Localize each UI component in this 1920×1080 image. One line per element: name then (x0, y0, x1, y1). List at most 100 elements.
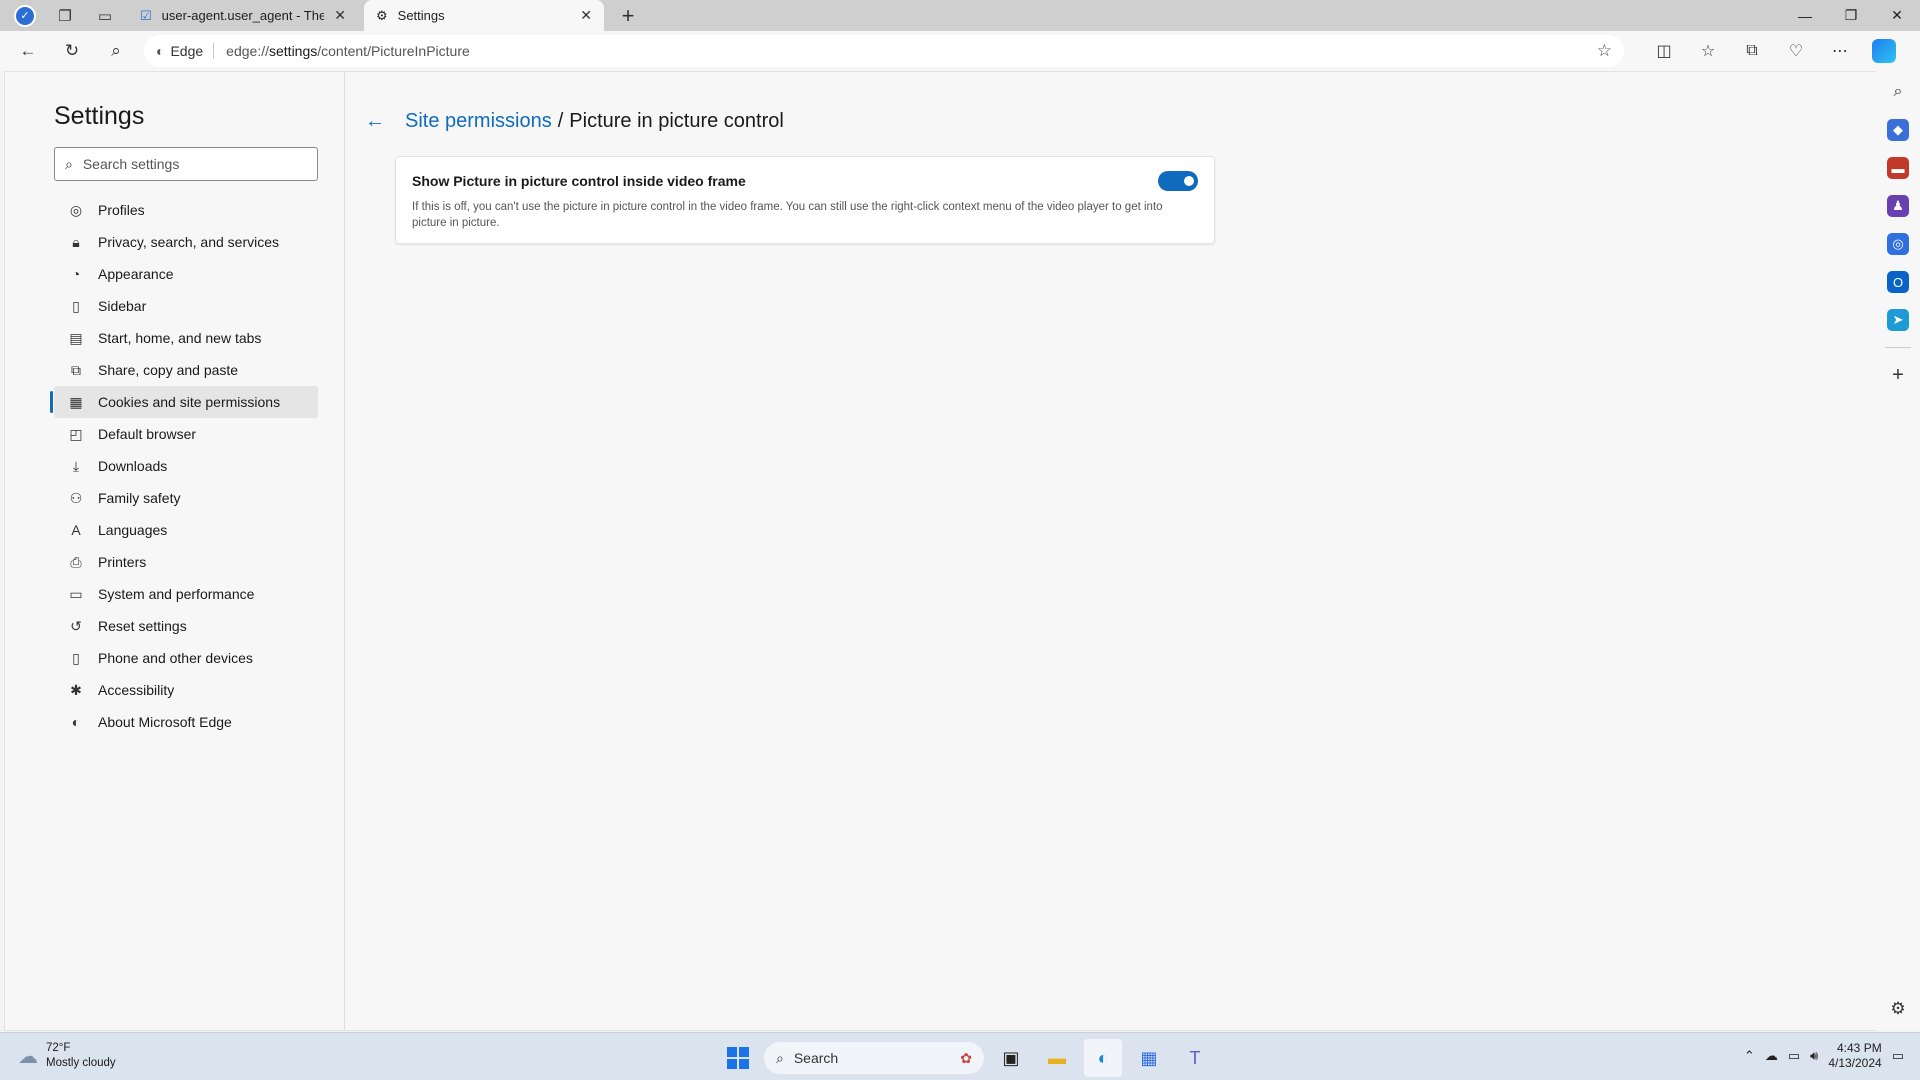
breadcrumb: ← Site permissions / Picture in picture … (365, 110, 784, 133)
pip-control-toggle[interactable] (1158, 171, 1198, 191)
back-arrow-icon[interactable]: ← (365, 110, 385, 133)
onedrive-icon[interactable]: ☁ (1765, 1048, 1778, 1064)
tab-title: Settings (397, 8, 445, 23)
nav-item-family-safety[interactable]: ⚇ Family safety (54, 482, 318, 514)
back-button[interactable]: ← (6, 31, 50, 71)
edge-identity: ◐ Edge (156, 43, 215, 59)
sidebar-icon: ▯ (72, 297, 80, 314)
nav-item-about[interactable]: ◐ About Microsoft Edge (54, 706, 318, 738)
copilot-button[interactable] (1862, 31, 1906, 71)
search-icon[interactable]: ⌕ (94, 31, 138, 71)
close-tab-icon[interactable]: ✕ (580, 7, 592, 24)
system-tray: ⌃ ☁ ▭ 🔊︎ 4:43 PM 4/13/2024 ▭ (1744, 1041, 1904, 1071)
settings-title: Settings (54, 102, 145, 130)
weather-widget[interactable]: ☁ 72°F Mostly cloudy (18, 1041, 116, 1071)
breadcrumb-site-permissions[interactable]: Site permissions (405, 110, 552, 133)
profile-icon: ◎ (69, 201, 83, 218)
clock[interactable]: 4:43 PM 4/13/2024 (1828, 1041, 1881, 1071)
nav-item-share-copy[interactable]: ⧉ Share, copy and paste (54, 354, 318, 386)
title-bar: ✓ ❐ ▭ ☑ user-agent.user_agent - The Coll… (0, 0, 1920, 31)
collections-icon[interactable]: ⧉ (1730, 31, 1774, 71)
nav-item-reset[interactable]: ↺ Reset settings (54, 610, 318, 642)
setting-card: Show Picture in picture control inside v… (395, 156, 1215, 244)
edge-taskbar-icon[interactable]: ◐ (1084, 1039, 1122, 1077)
chevron-up-icon[interactable]: ⌃ (1744, 1048, 1755, 1064)
nav-item-accessibility[interactable]: ✱ Accessibility (54, 674, 318, 706)
minimize-button[interactable]: — (1782, 0, 1828, 31)
games-icon[interactable]: ♟ (1887, 195, 1909, 217)
search-highlight-icon: ✿ (960, 1049, 972, 1066)
browser-icon: ◰ (69, 425, 83, 442)
taskbar-search[interactable]: ⌕ Search ✿ (764, 1042, 984, 1074)
settings-nav-list: ◎ Profiles 🔒︎ Privacy, search, and service… (50, 194, 318, 738)
sidebar-settings-icon[interactable]: ⚙ (1890, 999, 1905, 1019)
notification-icon[interactable]: ▭ (1892, 1048, 1904, 1064)
setting-title: Show Picture in picture control inside v… (412, 173, 746, 189)
network-icon[interactable]: ▭ (1788, 1048, 1800, 1064)
edge-icon: ◐ (156, 43, 165, 59)
profile-avatar-icon: ✓ (14, 4, 36, 27)
outlook-icon[interactable]: O (1887, 271, 1909, 293)
close-window-button[interactable]: ✕ (1874, 0, 1920, 31)
file-explorer-icon[interactable]: ▬ (1038, 1039, 1076, 1077)
add-app-icon[interactable]: + (1892, 364, 1904, 387)
store-icon[interactable]: ▦ (1130, 1039, 1168, 1077)
nav-item-sidebar[interactable]: ▯ Sidebar (54, 290, 318, 322)
nav-item-phone[interactable]: ▯ Phone and other devices (54, 642, 318, 674)
close-tab-icon[interactable]: ✕ (334, 7, 346, 24)
volume-icon[interactable]: 🔊︎ (1810, 1048, 1818, 1064)
taskbar: ☁ 72°F Mostly cloudy ⌕ Search ✿ ▣ ▬ ◐ ▦ … (0, 1032, 1920, 1080)
nav-item-downloads[interactable]: ⤓ Downloads (54, 450, 318, 482)
nav-item-system[interactable]: ▭ System and performance (54, 578, 318, 610)
system-icon: ▭ (69, 585, 83, 602)
nav-item-cookies[interactable]: ▦ Cookies and site permissions (50, 386, 318, 418)
drop-icon[interactable]: ➤ (1887, 309, 1909, 331)
start-button[interactable] (720, 1040, 756, 1076)
url-text[interactable]: edge://settings/content/PictureInPicture (222, 43, 1589, 59)
printer-icon: ⎙ (70, 553, 82, 570)
split-screen-icon[interactable]: ◫ (1642, 31, 1686, 71)
task-view-icon[interactable]: ▣ (992, 1039, 1030, 1077)
nav-item-default-browser[interactable]: ◰ Default browser (54, 418, 318, 450)
tab-settings[interactable]: ⚙ Settings ✕ (364, 0, 604, 31)
more-options-icon[interactable]: ⋯ (1818, 31, 1862, 71)
shopping-icon[interactable]: ◆ (1887, 119, 1909, 141)
tab-actions-icon[interactable]: ▭ (88, 0, 122, 31)
settings-page: Settings ⌕ ◎Profiles 🔒︎Privacy, search, … (4, 71, 1876, 1031)
favorite-star-icon[interactable]: ☆ (1597, 41, 1612, 61)
favorites-icon[interactable]: ☆ (1686, 31, 1730, 71)
breadcrumb-separator: / (557, 110, 564, 132)
refresh-button[interactable]: ↻ (50, 31, 94, 71)
tab-user-agent[interactable]: ☑ user-agent.user_agent - The Coll ✕ (128, 0, 358, 31)
nav-item-start-home[interactable]: ▤ Start, home, and new tabs (54, 322, 318, 354)
workspaces-icon[interactable]: ❐ (48, 0, 82, 31)
nav-item-privacy[interactable]: 🔒︎ Privacy, search, and services (54, 226, 318, 258)
nav-item-appearance[interactable]: ◔ Appearance (54, 258, 318, 290)
teams-icon[interactable]: T (1176, 1039, 1214, 1077)
lock-icon: 🔒︎ (72, 233, 80, 250)
nav-item-printers[interactable]: ⎙ Printers (54, 546, 318, 578)
page-favicon-icon: ☑ (140, 7, 152, 23)
search-icon: ⌕ (776, 1049, 784, 1066)
restore-button[interactable]: ❐ (1828, 0, 1874, 31)
search-settings-box[interactable]: ⌕ (54, 147, 318, 181)
sidebar-divider (1885, 347, 1911, 348)
tab-title: user-agent.user_agent - The Coll (161, 8, 325, 23)
settings-nav: Settings ⌕ ◎Profiles 🔒︎Privacy, search, … (5, 72, 345, 1030)
nav-item-profiles[interactable]: ◎ Profiles (54, 194, 318, 226)
profile-button[interactable]: ✓ (8, 0, 42, 31)
address-bar[interactable]: ◐ Edge edge://settings/content/PictureIn… (144, 35, 1624, 67)
nav-item-languages[interactable]: A Languages (54, 514, 318, 546)
download-icon: ⤓ (72, 457, 80, 474)
cookie-icon: ▦ (69, 393, 83, 410)
microsoft-365-icon[interactable]: ◎ (1887, 233, 1909, 255)
browser-essentials-icon[interactable]: ♡ (1774, 31, 1818, 71)
search-settings-input[interactable] (82, 156, 293, 172)
new-tab-button[interactable]: + (610, 0, 646, 31)
family-icon: ⚇ (69, 489, 83, 506)
search-icon[interactable]: ⌕ (1887, 81, 1909, 103)
search-icon: ⌕ (65, 155, 73, 172)
page-title: Picture in picture control (569, 110, 784, 132)
weather-temp: 72°F (46, 1042, 71, 1054)
tools-icon[interactable]: ▬ (1887, 157, 1909, 179)
